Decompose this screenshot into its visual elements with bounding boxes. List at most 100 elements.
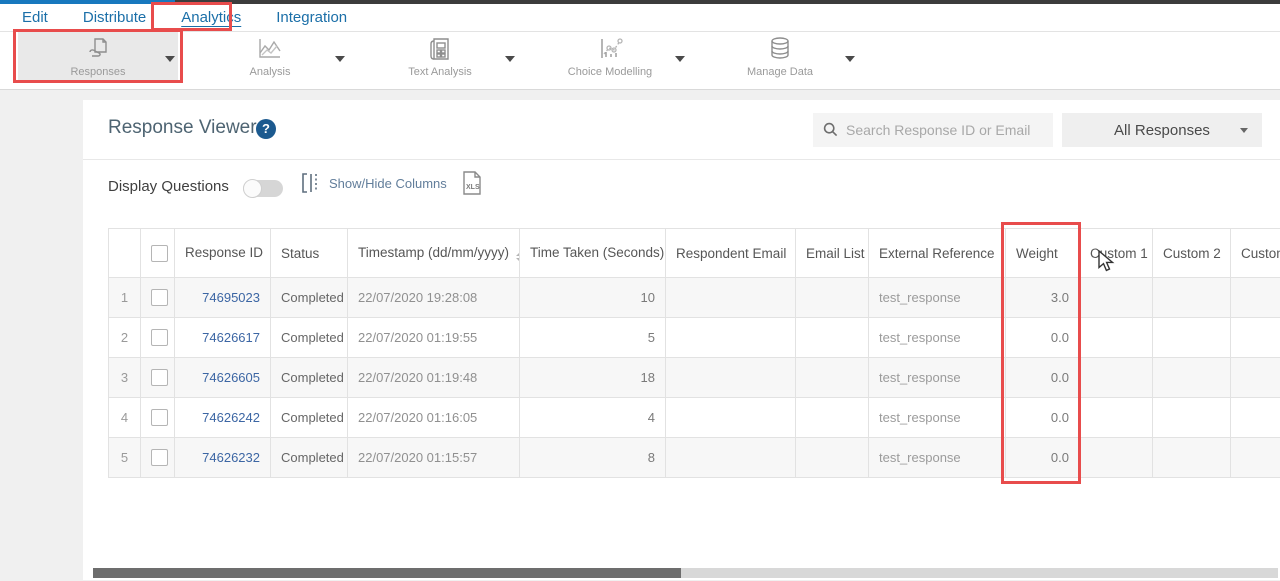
email-list-cell <box>796 398 869 438</box>
toggle-knob <box>243 179 262 198</box>
responses-dropdown-caret[interactable] <box>165 56 175 62</box>
row-select-cell <box>141 278 175 318</box>
column-header-weight: Weight <box>1006 229 1080 278</box>
toolbar-item-choice-modelling[interactable]: Choice Modelling <box>540 35 680 78</box>
custom1-cell <box>1080 318 1153 358</box>
external-reference-cell: test_response <box>869 278 1006 318</box>
column-header-time-taken[interactable]: Time Taken (Seconds) <box>520 229 666 278</box>
external-reference-cell: test_response <box>869 358 1006 398</box>
column-header-response-id[interactable]: Response ID <box>175 229 271 278</box>
external-reference-cell: test_response <box>869 398 1006 438</box>
column-header-status: Status <box>271 229 348 278</box>
custom1-cell <box>1080 358 1153 398</box>
response-id-link[interactable]: 74626242 <box>202 410 260 425</box>
weight-cell: 0.0 <box>1006 438 1080 478</box>
columns-icon <box>301 172 321 194</box>
email-list-cell <box>796 358 869 398</box>
custom3-cell <box>1231 278 1280 318</box>
nav-tab-edit[interactable]: Edit <box>18 7 52 28</box>
custom3-cell <box>1231 318 1280 358</box>
custom2-cell <box>1153 318 1231 358</box>
manage-data-dropdown-caret[interactable] <box>845 56 855 62</box>
time-taken-cell: 4 <box>520 398 666 438</box>
nav-tab-distribute[interactable]: Distribute <box>79 7 150 28</box>
response-id-link[interactable]: 74626617 <box>202 330 260 345</box>
response-id-cell: 74695023 <box>175 278 271 318</box>
respondent-email-cell <box>666 398 796 438</box>
column-header-timestamp[interactable]: Timestamp (dd/mm/yyyy) <box>348 229 520 278</box>
choice-modelling-icon <box>540 35 680 63</box>
row-checkbox[interactable] <box>151 289 168 306</box>
choice-modelling-dropdown-caret[interactable] <box>675 56 685 62</box>
time-taken-cell: 8 <box>520 438 666 478</box>
toolbar-item-responses[interactable]: Responses <box>28 35 168 78</box>
select-all-header <box>141 229 175 278</box>
table-row: 4 74626242 Completed 22/07/2020 01:16:05… <box>109 398 1280 438</box>
column-header-email-list: Email List <box>796 229 869 278</box>
row-number: 4 <box>109 398 141 438</box>
select-all-checkbox[interactable] <box>151 245 168 262</box>
response-id-cell: 74626232 <box>175 438 271 478</box>
show-hide-columns-button[interactable]: Show/Hide Columns <box>301 172 447 194</box>
responses-icon <box>28 35 168 63</box>
weight-cell: 0.0 <box>1006 358 1080 398</box>
timestamp-cell: 22/07/2020 01:19:55 <box>348 318 520 358</box>
status-cell: Completed <box>271 278 348 318</box>
status-cell: Completed <box>271 398 348 438</box>
response-id-cell: 74626617 <box>175 318 271 358</box>
row-number: 1 <box>109 278 141 318</box>
sort-icon <box>516 252 519 262</box>
column-header-respondent-email: Respondent Email <box>666 229 796 278</box>
row-select-cell <box>141 358 175 398</box>
weight-cell: 0.0 <box>1006 318 1080 358</box>
custom2-cell <box>1153 398 1231 438</box>
response-id-link[interactable]: 74695023 <box>202 290 260 305</box>
response-id-link[interactable]: 74626605 <box>202 370 260 385</box>
responses-filter-dropdown[interactable]: All Responses <box>1062 113 1262 147</box>
nav-tab-integration[interactable]: Integration <box>272 7 351 28</box>
email-list-cell <box>796 318 869 358</box>
show-hide-columns-label: Show/Hide Columns <box>329 176 447 191</box>
table-header-row: Response ID Status Timestamp (dd/mm/yyyy… <box>109 229 1280 278</box>
response-id-link[interactable]: 74626232 <box>202 450 260 465</box>
timestamp-cell: 22/07/2020 01:16:05 <box>348 398 520 438</box>
help-icon[interactable]: ? <box>256 119 276 139</box>
database-icon <box>710 35 850 63</box>
row-checkbox[interactable] <box>151 369 168 386</box>
display-questions-toggle[interactable] <box>243 180 283 197</box>
table-row: 3 74626605 Completed 22/07/2020 01:19:48… <box>109 358 1280 398</box>
analytics-toolbar: Responses Analysis Text Analysis <box>0 32 1280 90</box>
respondent-email-cell <box>666 278 796 318</box>
toolbar-item-text-analysis[interactable]: Text Analysis <box>370 35 510 78</box>
responses-table-container: Response ID Status Timestamp (dd/mm/yyyy… <box>108 228 1280 478</box>
row-number: 5 <box>109 438 141 478</box>
toolbar-item-label: Analysis <box>200 66 340 78</box>
text-analysis-dropdown-caret[interactable] <box>505 56 515 62</box>
row-checkbox[interactable] <box>151 409 168 426</box>
column-header-custom1: Custom 1 <box>1080 229 1153 278</box>
toolbar-item-label: Responses <box>28 66 168 78</box>
table-row: 1 74695023 Completed 22/07/2020 19:28:08… <box>109 278 1280 318</box>
row-checkbox[interactable] <box>151 329 168 346</box>
toolbar-item-analysis[interactable]: Analysis <box>200 35 340 78</box>
table-row: 2 74626617 Completed 22/07/2020 01:19:55… <box>109 318 1280 358</box>
row-checkbox[interactable] <box>151 449 168 466</box>
analysis-dropdown-caret[interactable] <box>335 56 345 62</box>
status-cell: Completed <box>271 438 348 478</box>
export-xls-button[interactable]: XLS <box>461 170 483 196</box>
chevron-down-icon <box>1240 128 1248 133</box>
weight-cell: 0.0 <box>1006 398 1080 438</box>
response-id-cell: 74626605 <box>175 358 271 398</box>
custom2-cell <box>1153 278 1231 318</box>
toolbar-item-manage-data[interactable]: Manage Data <box>710 35 850 78</box>
timestamp-cell: 22/07/2020 01:19:48 <box>348 358 520 398</box>
nav-tab-analytics[interactable]: Analytics <box>177 7 245 28</box>
row-number: 3 <box>109 358 141 398</box>
horizontal-scrollbar-thumb[interactable] <box>93 568 681 578</box>
toolbar-item-label: Manage Data <box>710 66 850 78</box>
filter-selected-value: All Responses <box>1114 122 1210 139</box>
respondent-email-cell <box>666 438 796 478</box>
search-input[interactable] <box>846 122 1043 138</box>
card-header: Response Viewer ? All Responses <box>83 100 1280 160</box>
horizontal-scrollbar-track[interactable] <box>93 568 1278 578</box>
